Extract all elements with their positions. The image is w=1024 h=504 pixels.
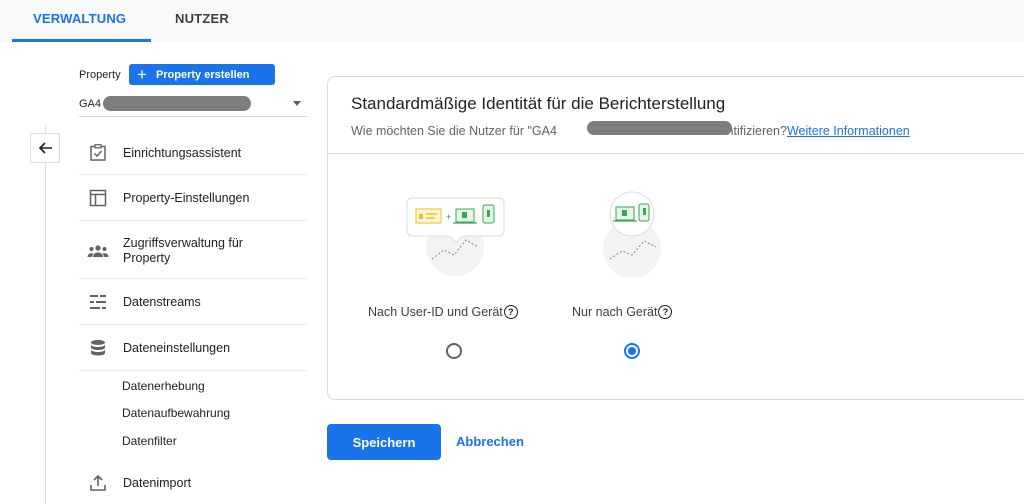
- cancel-button[interactable]: Abbrechen: [456, 424, 524, 460]
- sidebar-subitem-datenfilter[interactable]: Datenfilter: [122, 434, 177, 448]
- help-icon[interactable]: ?: [503, 305, 518, 319]
- sidebar-item-zugriffsverwaltung[interactable]: Zugriffsverwaltung für Property: [79, 234, 307, 268]
- card-subtitle-prefix: Wie möchten Sie die Nutzer für "GA4: [351, 124, 557, 138]
- sidebar-item-label: Datenstreams: [123, 295, 201, 309]
- sidebar-item-label: Datenimport: [123, 476, 192, 490]
- card-divider: [328, 153, 1024, 154]
- create-property-button[interactable]: + Property erstellen: [129, 64, 275, 85]
- redacted-property-name: [103, 96, 251, 111]
- menu-divider: [79, 220, 307, 221]
- svg-text:+: +: [446, 212, 451, 222]
- menu-divider: [79, 324, 307, 325]
- top-navigation: VERWALTUNG NUTZER: [0, 0, 1024, 42]
- property-label: Property: [79, 69, 121, 81]
- option-label: Nach User-ID und Gerät: [368, 305, 503, 319]
- sidebar-item-property-einstellungen[interactable]: Property-Einstellungen: [79, 184, 307, 212]
- learn-more-link[interactable]: Weitere Informationen: [787, 124, 910, 138]
- menu-divider: [79, 370, 307, 371]
- property-select[interactable]: GA4: [79, 95, 307, 117]
- upload-icon: [86, 471, 110, 495]
- sidebar-item-einrichtungsassistent[interactable]: Einrichtungsassistent: [79, 139, 307, 167]
- people-icon: [86, 239, 110, 263]
- plus-icon: +: [137, 65, 147, 84]
- sidebar-item-datenstreams[interactable]: Datenstreams: [79, 288, 307, 316]
- checklist-icon: [86, 141, 110, 165]
- sidebar-item-label: Zugriffsverwaltung für Property: [123, 236, 243, 265]
- property-settings-icon: [86, 186, 110, 210]
- tab-verwaltung[interactable]: VERWALTUNG: [33, 0, 126, 42]
- radio-user-id-and-device[interactable]: [446, 343, 462, 359]
- save-button[interactable]: Speichern: [327, 424, 441, 460]
- redacted-property-name: [587, 121, 732, 135]
- user-id-and-device-illustration: +: [406, 197, 505, 276]
- data-streams-icon: [86, 290, 110, 314]
- menu-divider: [79, 174, 307, 175]
- card-title: Standardmäßige Identität für die Bericht…: [351, 94, 726, 113]
- sidebar-subitem-datenaufbewahrung[interactable]: Datenaufbewahrung: [122, 406, 230, 420]
- chevron-down-icon: [293, 101, 301, 106]
- option-device-only: Nur nach Gerät?: [572, 305, 673, 319]
- sidebar-item-label: Dateneinstellungen: [123, 341, 231, 355]
- sidebar-item-label: Property-Einstellungen: [123, 191, 250, 205]
- sidebar-item-label: Einrichtungsassistent: [123, 146, 242, 160]
- device-only-illustration: [603, 191, 661, 278]
- back-button[interactable]: [30, 133, 60, 163]
- radio-device-only[interactable]: [624, 343, 640, 359]
- option-user-id-and-device: Nach User-ID und Gerät?: [368, 305, 518, 319]
- arrow-back-icon: [38, 142, 52, 154]
- option-label: Nur nach Gerät: [572, 305, 658, 319]
- tab-nutzer[interactable]: NUTZER: [175, 0, 229, 42]
- sidebar-divider: [45, 126, 46, 504]
- database-icon: [86, 336, 110, 360]
- help-icon[interactable]: ?: [658, 305, 673, 319]
- property-select-value: GA4: [79, 98, 102, 110]
- create-property-label: Property erstellen: [155, 68, 250, 81]
- sidebar-subitem-datenerhebung[interactable]: Datenerhebung: [122, 379, 205, 393]
- identity-card: Standardmäßige Identität für die Bericht…: [327, 76, 1024, 400]
- sidebar-item-datenimport[interactable]: Datenimport: [79, 469, 307, 497]
- menu-divider: [79, 278, 307, 279]
- sidebar-item-dateneinstellungen[interactable]: Dateneinstellungen: [79, 334, 307, 362]
